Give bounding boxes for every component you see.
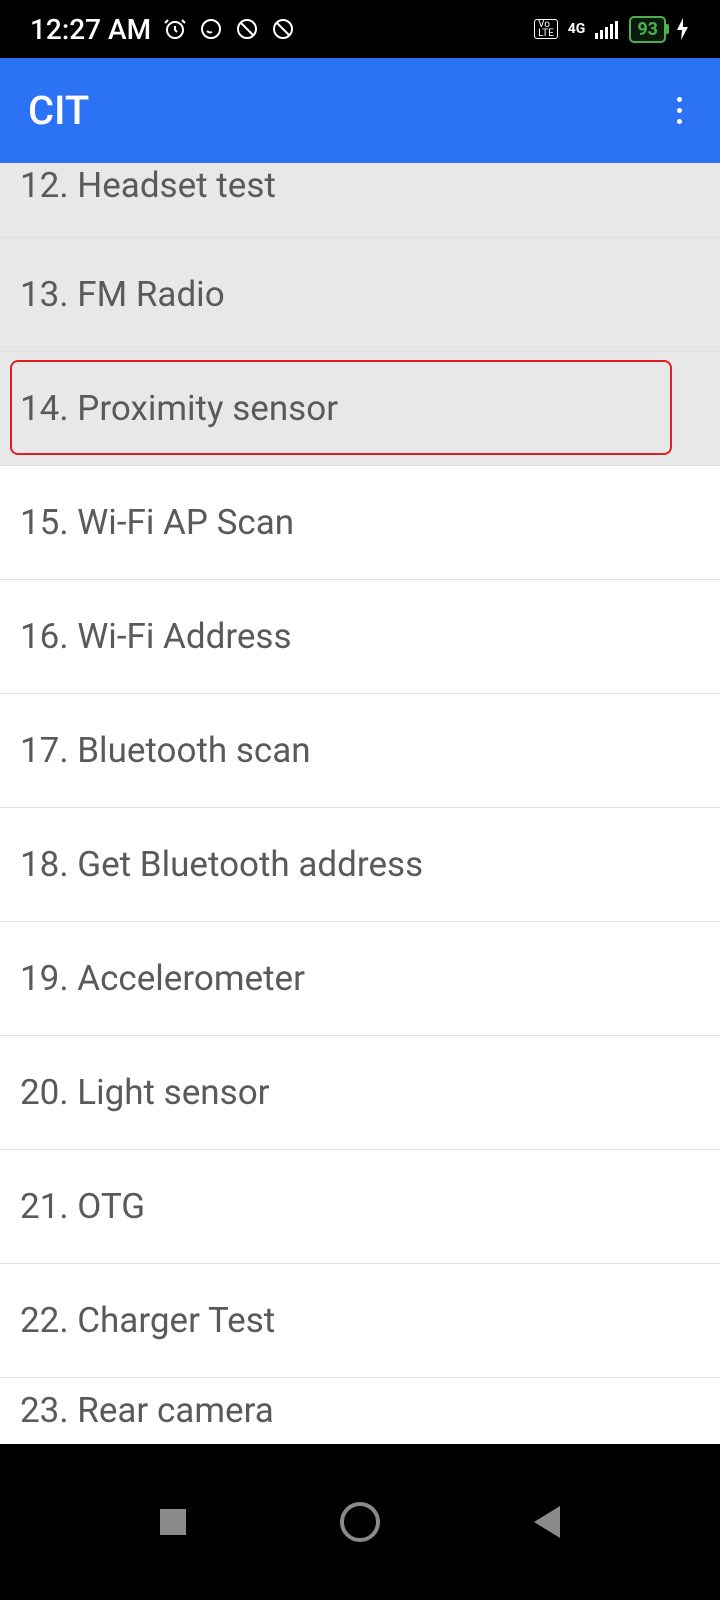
alarm-icon <box>163 17 187 41</box>
recent-icon <box>160 1509 186 1535</box>
list-item-label: 23. Rear camera <box>20 1390 274 1431</box>
list-item-label: 18. Get Bluetooth address <box>20 844 423 885</box>
sync-icon <box>271 17 295 41</box>
list-item-light-sensor[interactable]: 20. Light sensor <box>0 1036 720 1150</box>
recent-apps-button[interactable] <box>123 1492 223 1552</box>
home-button[interactable] <box>310 1492 410 1552</box>
list-item-label: 21. OTG <box>20 1186 145 1227</box>
network-type: 4G <box>568 21 586 37</box>
list-item-bluetooth-scan[interactable]: 17. Bluetooth scan <box>0 694 720 808</box>
charging-icon <box>676 18 690 40</box>
list-item-label: 16. Wi-Fi Address <box>20 616 292 657</box>
navigation-bar <box>0 1444 720 1600</box>
list-item-wifi-address[interactable]: 16. Wi-Fi Address <box>0 580 720 694</box>
list-item-proximity-sensor[interactable]: 14. Proximity sensor <box>0 352 720 466</box>
app-bar: CIT <box>0 58 720 163</box>
list-item-label: 15. Wi-Fi AP Scan <box>20 502 294 543</box>
list-item-bluetooth-address[interactable]: 18. Get Bluetooth address <box>0 808 720 922</box>
dnd-icon <box>235 17 259 41</box>
signal-icon <box>595 19 619 39</box>
list-item-wifi-ap-scan[interactable]: 15. Wi-Fi AP Scan <box>0 466 720 580</box>
status-left-group: 12:27 AM <box>30 13 295 46</box>
back-button[interactable] <box>497 1492 597 1552</box>
list-item-charger-test[interactable]: 22. Charger Test <box>0 1264 720 1378</box>
list-item-label: 17. Bluetooth scan <box>20 730 311 771</box>
list-item-fm-radio[interactable]: 13. FM Radio <box>0 238 720 352</box>
list-item-label: 14. Proximity sensor <box>20 388 338 429</box>
app-title: CIT <box>28 87 89 134</box>
status-bar: 12:27 AM VoLTE 4G 93 <box>0 0 720 58</box>
list-item-label: 20. Light sensor <box>20 1072 270 1113</box>
status-time: 12:27 AM <box>30 13 151 46</box>
whatsapp-icon <box>199 17 223 41</box>
list-item-label: 13. FM Radio <box>20 274 225 315</box>
home-icon <box>340 1502 380 1542</box>
list-item-rear-camera[interactable]: 23. Rear camera <box>0 1378 720 1442</box>
more-options-button[interactable] <box>667 87 692 134</box>
list-item-headset-test[interactable]: 12. Headset test <box>0 163 720 238</box>
battery-icon: 93 <box>629 16 666 43</box>
battery-percent: 93 <box>637 19 658 40</box>
back-icon <box>534 1506 560 1538</box>
list-item-accelerometer[interactable]: 19. Accelerometer <box>0 922 720 1036</box>
list-item-label: 12. Headset test <box>20 165 276 206</box>
status-right-group: VoLTE 4G 93 <box>534 16 690 43</box>
list-item-otg[interactable]: 21. OTG <box>0 1150 720 1264</box>
test-list: 12. Headset test 13. FM Radio 14. Proxim… <box>0 163 720 1444</box>
volte-icon: VoLTE <box>534 19 558 39</box>
list-item-label: 19. Accelerometer <box>20 958 305 999</box>
list-item-label: 22. Charger Test <box>20 1300 275 1341</box>
